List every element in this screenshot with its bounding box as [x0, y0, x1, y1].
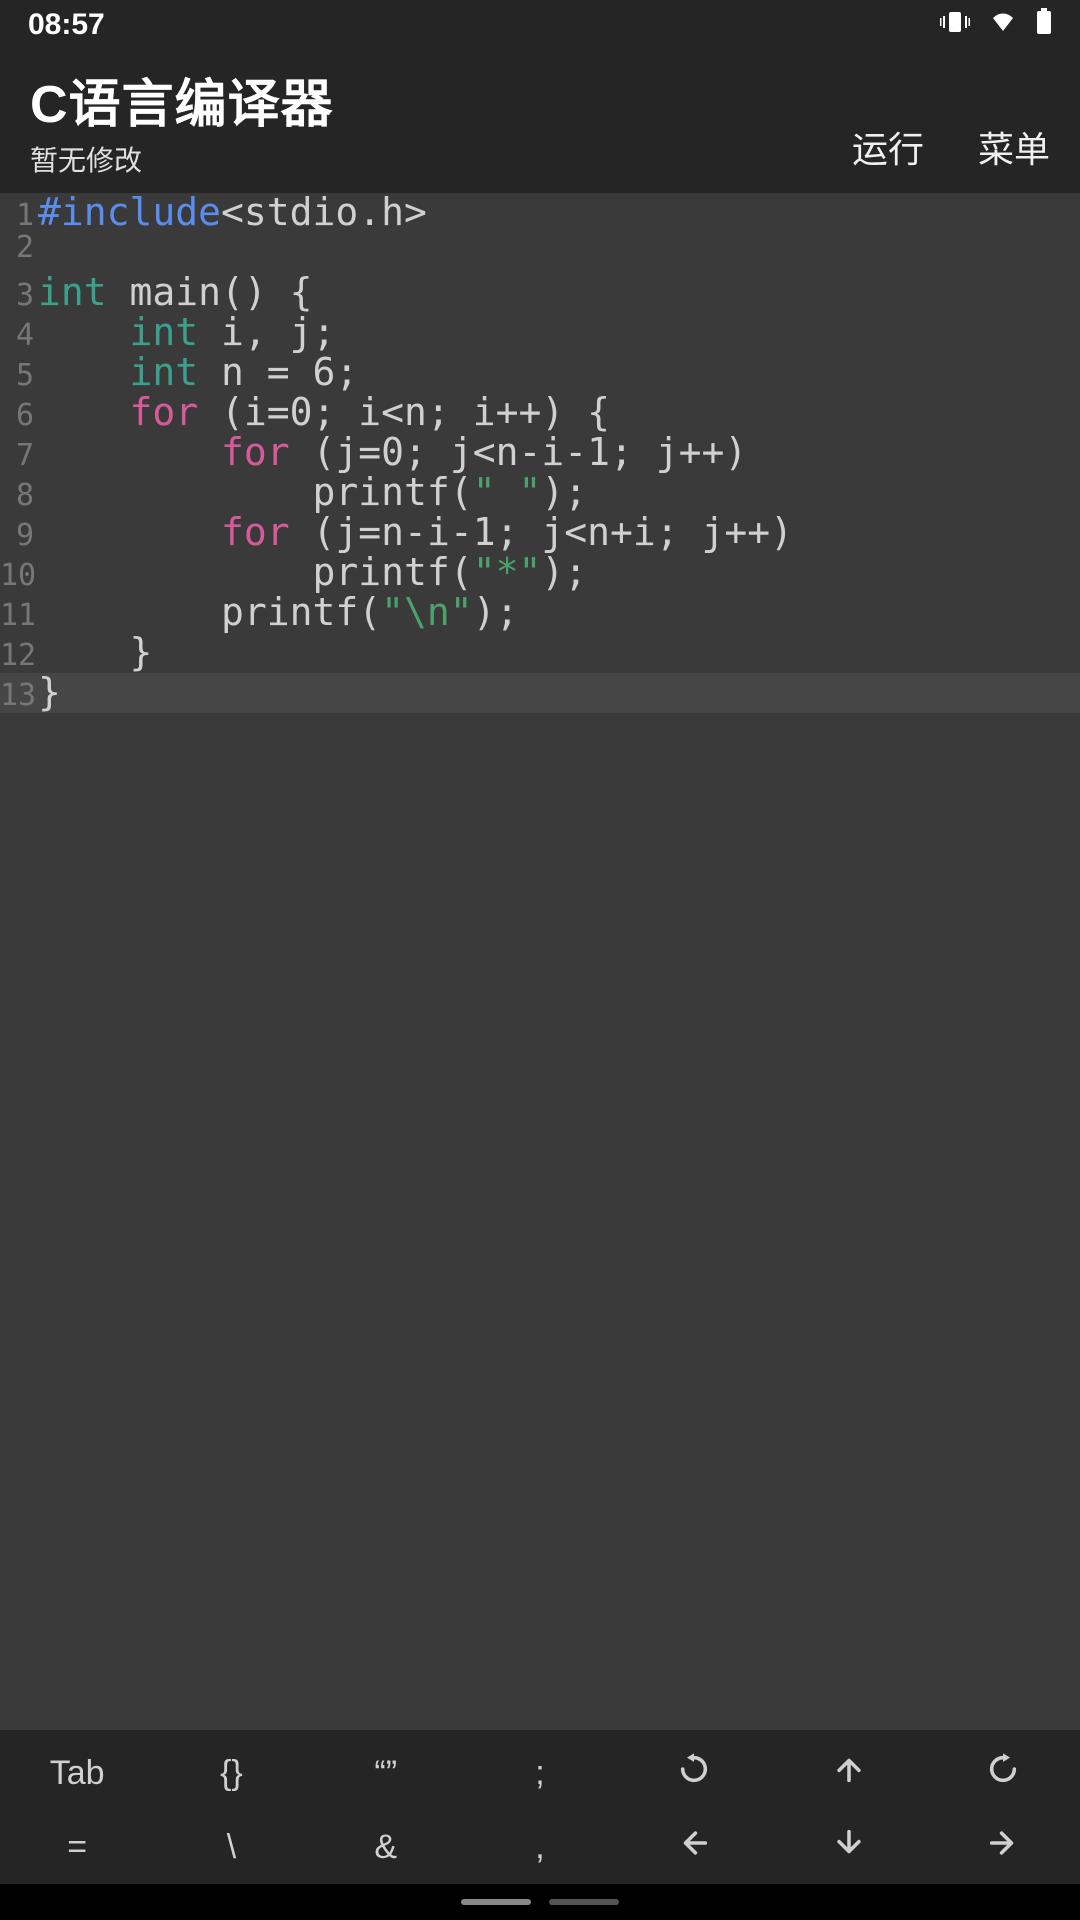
code-line[interactable]: 3int main() { [0, 273, 1080, 313]
wifi-icon [988, 8, 1018, 42]
code-line[interactable]: 8 printf(" "); [0, 473, 1080, 513]
code-content[interactable]: #include<stdio.h> [38, 193, 427, 231]
line-number: 1 [0, 201, 38, 231]
nav-bar [0, 1884, 1080, 1920]
key-symsym[interactable]: “” [309, 1754, 463, 1793]
right-icon[interactable] [926, 1826, 1080, 1869]
app-subtitle: 暂无修改 [30, 139, 334, 179]
redo-icon[interactable] [926, 1752, 1080, 1795]
line-number: 4 [0, 321, 38, 351]
vibrate-icon [940, 8, 970, 42]
code-line[interactable]: 2 [0, 233, 1080, 273]
run-button[interactable]: 运行 [852, 121, 924, 173]
down-icon[interactable] [771, 1826, 925, 1869]
code-content[interactable]: for (j=0; j<n-i-1; j++) [38, 433, 747, 471]
line-number: 12 [0, 641, 38, 671]
key-sym[interactable]: & [309, 1828, 463, 1867]
nav-handle-secondary [549, 1899, 619, 1905]
key-sym[interactable]: , [463, 1828, 617, 1867]
code-line[interactable]: 7 for (j=0; j<n-i-1; j++) [0, 433, 1080, 473]
code-line[interactable]: 5 int n = 6; [0, 353, 1080, 393]
up-icon[interactable] [771, 1752, 925, 1795]
code-content[interactable]: int n = 6; [38, 353, 358, 391]
code-line[interactable]: 13} [0, 673, 1080, 713]
code-content[interactable]: int main() { [38, 273, 313, 311]
status-icons [940, 8, 1052, 42]
key-sym[interactable]: = [0, 1828, 154, 1867]
code-content[interactable]: for (i=0; i<n; i++) { [38, 393, 610, 431]
code-line[interactable]: 1#include<stdio.h> [0, 193, 1080, 233]
line-number: 5 [0, 361, 38, 391]
undo-icon[interactable] [617, 1752, 771, 1795]
code-line[interactable]: 10 printf("*"); [0, 553, 1080, 593]
code-line[interactable]: 9 for (j=n-i-1; j<n+i; j++) [0, 513, 1080, 553]
line-number: 8 [0, 481, 38, 511]
line-number: 11 [0, 601, 38, 631]
line-number: 13 [0, 681, 38, 711]
menu-button[interactable]: 菜单 [978, 121, 1050, 173]
key-Tab[interactable]: Tab [0, 1754, 154, 1793]
line-number: 6 [0, 401, 38, 431]
app-bar: C语言编译器 暂无修改 运行 菜单 [0, 50, 1080, 193]
code-content[interactable]: } [38, 633, 152, 671]
code-line[interactable]: 6 for (i=0; i<n; i++) { [0, 393, 1080, 433]
code-content[interactable]: printf(" "); [38, 473, 587, 511]
key-sym[interactable]: \ [154, 1828, 308, 1867]
code-content[interactable]: } [38, 673, 61, 711]
code-content[interactable]: printf("*"); [38, 553, 587, 591]
key-sym[interactable]: ; [463, 1754, 617, 1793]
app-title: C语言编译器 [30, 62, 334, 137]
code-content[interactable]: printf("\n"); [38, 593, 518, 631]
line-number: 2 [0, 233, 38, 263]
code-line[interactable]: 12 } [0, 633, 1080, 673]
line-number: 9 [0, 521, 38, 551]
symbol-toolbar: Tab{}“”; =\&, [0, 1730, 1080, 1884]
code-editor[interactable]: 1#include<stdio.h>23int main() {4 int i,… [0, 193, 1080, 1730]
status-bar: 08:57 [0, 0, 1080, 50]
battery-icon [1036, 8, 1052, 42]
code-line[interactable]: 4 int i, j; [0, 313, 1080, 353]
key-symsym[interactable]: {} [154, 1754, 308, 1793]
code-line[interactable]: 11 printf("\n"); [0, 593, 1080, 633]
line-number: 7 [0, 441, 38, 471]
nav-handle[interactable] [461, 1899, 531, 1905]
line-number: 10 [0, 561, 38, 591]
code-content[interactable]: for (j=n-i-1; j<n+i; j++) [38, 513, 793, 551]
line-number: 3 [0, 281, 38, 311]
code-content[interactable]: int i, j; [38, 313, 335, 351]
status-time: 08:57 [28, 8, 105, 42]
left-icon[interactable] [617, 1826, 771, 1869]
